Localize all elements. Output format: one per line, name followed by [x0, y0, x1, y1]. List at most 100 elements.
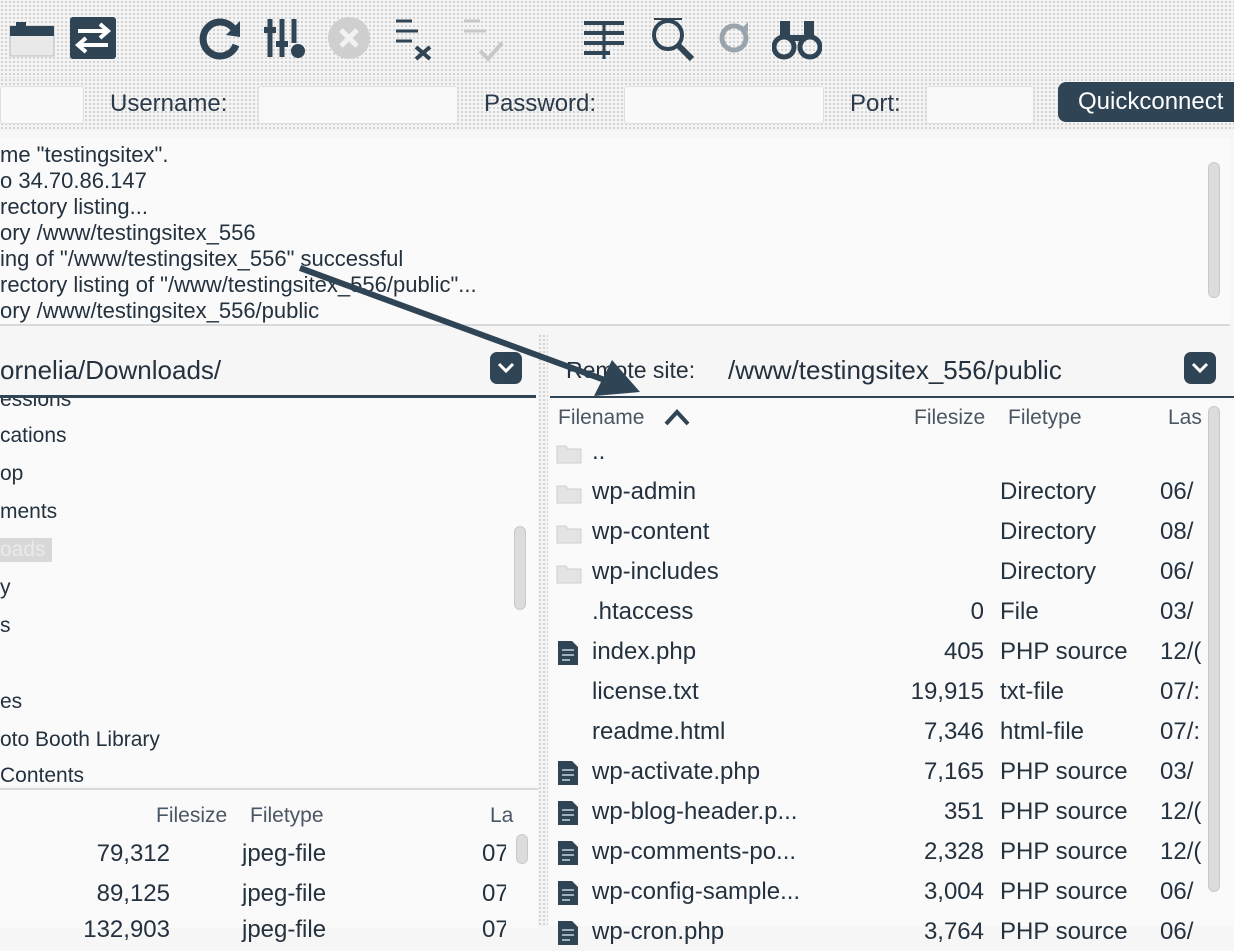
site-manager-icon[interactable] — [6, 10, 56, 66]
filter-icon[interactable] — [262, 10, 310, 66]
message-log: me "testingsitex". o 34.70.86.147 rector… — [0, 138, 1230, 326]
remote-file-name[interactable]: license.txt — [592, 678, 699, 706]
remote-col-filename[interactable]: Filename — [558, 406, 644, 430]
remote-file-type: PHP source — [1000, 838, 1128, 865]
remote-col-filetype[interactable]: Filetype — [1008, 406, 1082, 430]
remote-file-date: 07/: — [1160, 718, 1201, 745]
remote-file-name[interactable]: wp-blog-header.p... — [592, 798, 797, 826]
remote-file-size: 3,004 — [923, 878, 984, 905]
remote-file-name[interactable]: wp-activate.php — [592, 758, 760, 786]
log-line: rectory listing... — [0, 194, 148, 219]
remote-file-name[interactable]: wp-content — [592, 518, 709, 546]
username-field[interactable] — [258, 86, 458, 124]
php-file-icon — [556, 880, 580, 905]
remote-file-date: 06/ — [1160, 478, 1194, 505]
chevron-down-icon — [1191, 362, 1209, 374]
remote-file-type: PHP source — [1000, 638, 1128, 665]
local-col-filetype[interactable]: Filetype — [250, 804, 324, 828]
tree-item[interactable]: ments — [0, 500, 57, 524]
remote-file-name[interactable]: .htaccess — [592, 598, 693, 626]
remote-file-date: 12/( — [1160, 798, 1202, 825]
port-field[interactable] — [926, 86, 1034, 124]
remote-col-last[interactable]: Las — [1168, 406, 1202, 430]
queue-icon[interactable] — [580, 10, 628, 66]
remote-file-name[interactable]: readme.html — [592, 718, 725, 746]
disconnect-icon[interactable] — [392, 10, 438, 66]
host-field[interactable] — [0, 86, 84, 124]
local-col-last[interactable]: La — [490, 804, 513, 828]
php-file-icon — [556, 640, 580, 665]
php-file-icon — [556, 840, 580, 865]
find-icon[interactable] — [772, 10, 822, 66]
pane-splitter[interactable] — [538, 334, 548, 926]
remote-file-name[interactable]: wp-cron.php — [592, 918, 724, 946]
folder-icon — [556, 522, 582, 546]
tree-item-selected[interactable]: oads — [0, 538, 52, 562]
remote-file-name[interactable]: wp-admin — [592, 478, 696, 506]
remote-file-date: 06/ — [1160, 558, 1194, 585]
remote-file-date: 07/: — [1160, 678, 1201, 705]
tree-item[interactable]: s — [0, 614, 11, 638]
toggle-sync-icon[interactable] — [68, 10, 118, 66]
cancel-icon[interactable] — [324, 10, 374, 66]
log-line: me "testingsitex". — [0, 142, 169, 167]
quickconnect-button[interactable]: Quickconnect — [1058, 82, 1234, 122]
tree-scrollbar[interactable] — [514, 526, 526, 610]
remote-file-date: 03/ — [1160, 598, 1194, 625]
search-remote-icon[interactable] — [648, 10, 696, 66]
remote-file-size: 7,165 — [923, 758, 984, 785]
remote-file-name[interactable]: wp-config-sample... — [592, 878, 800, 906]
remote-file-name[interactable]: .. — [592, 438, 605, 466]
tree-item[interactable]: Contents — [0, 764, 84, 786]
local-file-size: 132,903 — [83, 916, 170, 943]
remote-file-type: File — [1000, 598, 1039, 625]
tree-item[interactable]: es — [0, 690, 22, 714]
tree-item[interactable]: op — [0, 462, 23, 486]
remote-file-size: 3,764 — [923, 918, 984, 945]
tree-item[interactable]: cations — [0, 424, 67, 448]
remote-file-type: PHP source — [1000, 798, 1128, 825]
folder-icon — [556, 482, 582, 506]
remote-file-size: 2,328 — [923, 838, 984, 865]
remote-file-name[interactable]: wp-comments-po... — [592, 838, 796, 866]
tree-item[interactable]: oto Booth Library — [0, 728, 160, 752]
remote-file-date: 12/( — [1160, 838, 1202, 865]
local-file-date: 07 — [482, 916, 506, 943]
php-file-icon — [556, 760, 580, 785]
chevron-down-icon — [497, 362, 515, 374]
remote-file-type: Directory — [1000, 518, 1097, 545]
remote-file-type: html-file — [1000, 718, 1085, 745]
remote-file-size: 405 — [943, 638, 984, 665]
remote-file-date: 03/ — [1160, 758, 1194, 785]
remote-path-dropdown[interactable] — [1184, 352, 1216, 384]
remote-file-type: PHP source — [1000, 758, 1128, 785]
remote-list-scrollbar[interactable] — [1208, 406, 1220, 892]
remote-file-type: PHP source — [1000, 918, 1128, 945]
remote-file-name[interactable]: wp-includes — [592, 558, 719, 586]
log-line: ing of "/www/testingsitex_556" successfu… — [0, 246, 404, 271]
folder-icon — [556, 562, 582, 586]
local-col-filesize[interactable]: Filesize — [156, 804, 227, 828]
local-file-date: 07 — [482, 840, 506, 867]
refresh-icon[interactable] — [196, 10, 246, 66]
remote-file-size: 0 — [970, 598, 984, 625]
password-field[interactable] — [624, 86, 824, 124]
remote-file-size: 19,915 — [910, 678, 984, 705]
compare-icon[interactable] — [714, 10, 754, 66]
local-path-input[interactable]: ornelia/Downloads/ — [0, 348, 480, 392]
remote-file-date: 12/( — [1160, 638, 1202, 665]
tree-item[interactable]: y — [0, 576, 11, 600]
local-list-scrollbar[interactable] — [516, 834, 528, 864]
folder-icon — [556, 442, 582, 466]
remote-col-filesize[interactable]: Filesize — [914, 406, 985, 430]
remote-path-input[interactable]: /www/testingsitex_556/public — [728, 348, 1178, 392]
remote-file-name[interactable]: index.php — [592, 638, 696, 666]
reconnect-icon[interactable] — [460, 10, 506, 66]
remote-file-date: 06/ — [1160, 918, 1194, 945]
tree-item[interactable]: essions — [0, 398, 71, 412]
password-label: Password: — [484, 90, 597, 117]
log-scrollbar[interactable] — [1208, 162, 1220, 298]
local-path-dropdown[interactable] — [490, 352, 522, 384]
log-line: ory /www/testingsitex_556/public — [0, 298, 320, 323]
local-file-type: jpeg-file — [242, 840, 327, 867]
